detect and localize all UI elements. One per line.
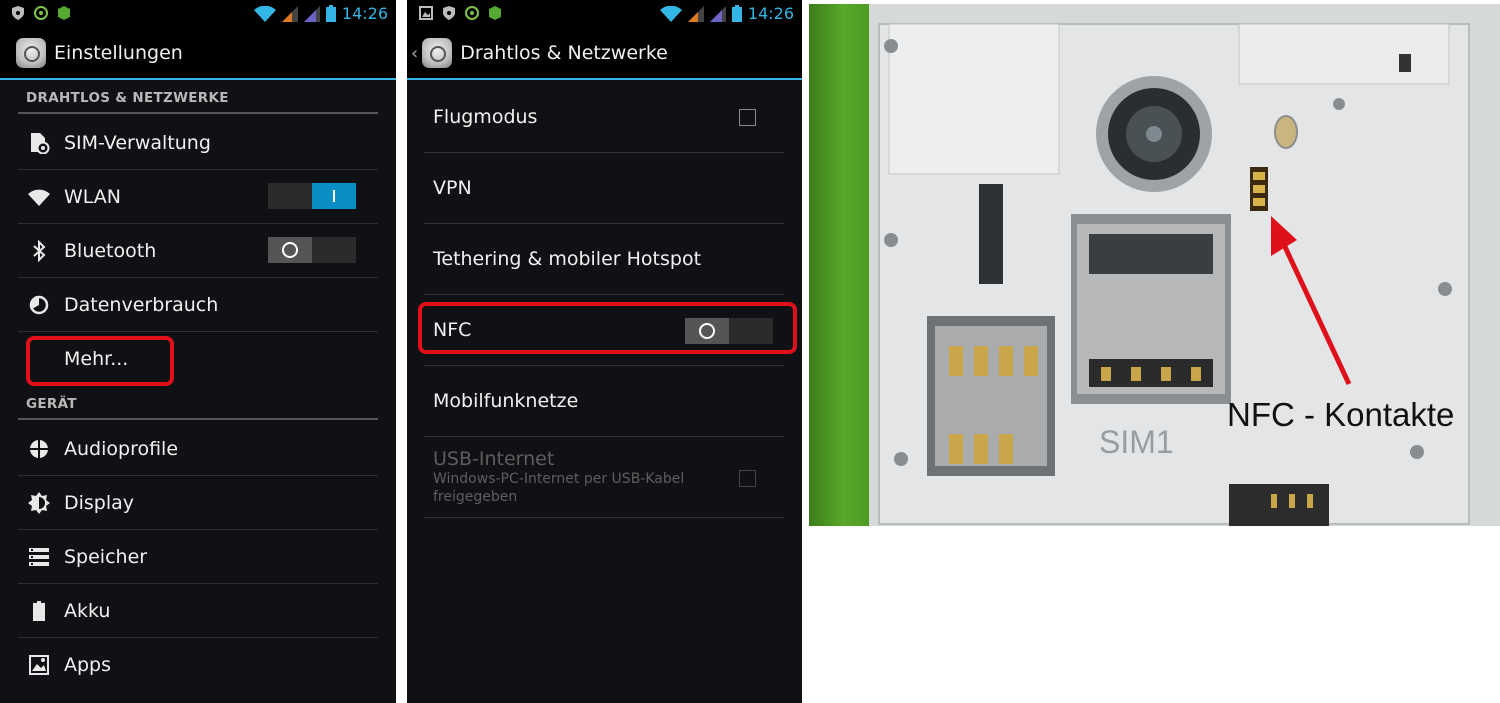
action-bar: Einstellungen [0,28,396,80]
audio-profile-icon [28,438,50,460]
wifi-signal-icon [659,5,682,22]
settings-item-bluetooth[interactable]: Bluetooth [18,224,378,278]
phone-back-photo: SIM1 [809,4,1500,526]
shield-notification-icon [443,6,455,20]
battery-status-icon [325,5,336,22]
settings-item-storage[interactable]: Speicher [18,530,378,584]
settings-item-label: USB-Internet [433,448,555,470]
storage-icon [28,546,50,568]
settings-item-apps[interactable]: Apps [18,638,378,691]
action-bar: ‹ Drahtlos & Netzwerke [407,28,802,80]
settings-item-wlan[interactable]: WLAN [18,170,378,224]
status-time: 14:26 [747,4,794,23]
battery-status-icon [731,5,742,22]
settings-item-label: WLAN [64,185,122,208]
bluetooth-toggle[interactable] [268,237,356,263]
usb-internet-checkbox [739,470,756,487]
settings-item-label: Display [64,491,135,514]
settings-item-vpn[interactable]: VPN [424,153,784,224]
section-header-wireless: DRAHTLOS & NETZWERKE [26,90,229,106]
settings-item-mobile-networks[interactable]: Mobilfunknetze [424,366,784,437]
settings-item-usb-internet: USB-Internet Windows-PC-Internet per USB… [424,437,784,518]
security-notification-icon [58,6,70,20]
settings-item-label: Tethering & mobiler Hotspot [433,248,702,270]
settings-item-label: SIM-Verwaltung [64,131,211,154]
security-notification-icon [489,6,501,20]
cell-signal-2-icon [303,5,320,22]
settings-item-audio[interactable]: Audioprofile [18,422,378,476]
wifi-icon [28,186,50,208]
cell-signal-1-icon [687,5,704,22]
chevron-left-icon[interactable]: ‹ [411,43,418,64]
settings-item-airplane-mode[interactable]: Flugmodus [424,82,784,153]
highlight-box-nfc [418,302,797,354]
settings-item-label: Bluetooth [64,239,157,262]
highlight-box-more [26,336,174,386]
section-divider [18,418,378,420]
bluetooth-icon [28,239,50,262]
settings-item-data-usage[interactable]: Datenverbrauch [18,278,378,332]
settings-item-summary: Windows-PC-Internet per USB-Kabel freige… [433,471,685,505]
settings-item-label: VPN [433,177,472,199]
image-notification-icon [419,6,433,20]
data-counter-icon [465,6,479,20]
settings-screen: 14:26 Einstellungen DRAHTLOS & NETZWERKE… [0,0,396,703]
settings-item-label: Apps [64,653,112,676]
section-header-device: GERÄT [26,396,77,412]
settings-item-label: Mobilfunknetze [433,390,579,412]
settings-item-label: Akku [64,599,111,622]
settings-item-sim[interactable]: SIM-Verwaltung [18,116,378,170]
status-bar: 14:26 [407,0,802,28]
settings-item-label: Speicher [64,545,148,568]
apps-icon [28,654,50,676]
data-usage-icon [28,294,50,316]
wifi-signal-icon [253,5,276,22]
page-title: Einstellungen [54,42,183,64]
cell-signal-2-icon [709,5,726,22]
wlan-toggle[interactable] [268,183,356,209]
battery-icon [28,600,50,622]
nfc-contacts-label: NFC - Kontakte [1227,396,1455,433]
status-time: 14:26 [341,4,388,23]
shield-notification-icon [12,6,24,20]
sim-printed-label: SIM1 [1099,424,1174,460]
airplane-mode-checkbox[interactable] [739,109,756,126]
data-counter-icon [34,6,48,20]
wireless-networks-screen: 14:26 ‹ Drahtlos & Netzwerke Flugmodus V… [407,0,802,703]
display-icon [28,491,50,514]
settings-item-tethering[interactable]: Tethering & mobiler Hotspot [424,224,784,295]
settings-item-battery[interactable]: Akku [18,584,378,638]
settings-item-display[interactable]: Display [18,476,378,530]
settings-item-label: Datenverbrauch [64,293,219,316]
settings-app-icon[interactable] [16,38,46,68]
section-divider [18,112,378,114]
settings-app-icon[interactable] [422,38,453,68]
sim-settings-icon [28,132,50,154]
cell-signal-1-icon [281,5,298,22]
status-bar: 14:26 [0,0,396,28]
settings-item-label: Audioprofile [64,437,179,460]
page-title: Drahtlos & Netzwerke [460,42,668,64]
settings-item-label: Flugmodus [433,106,538,128]
